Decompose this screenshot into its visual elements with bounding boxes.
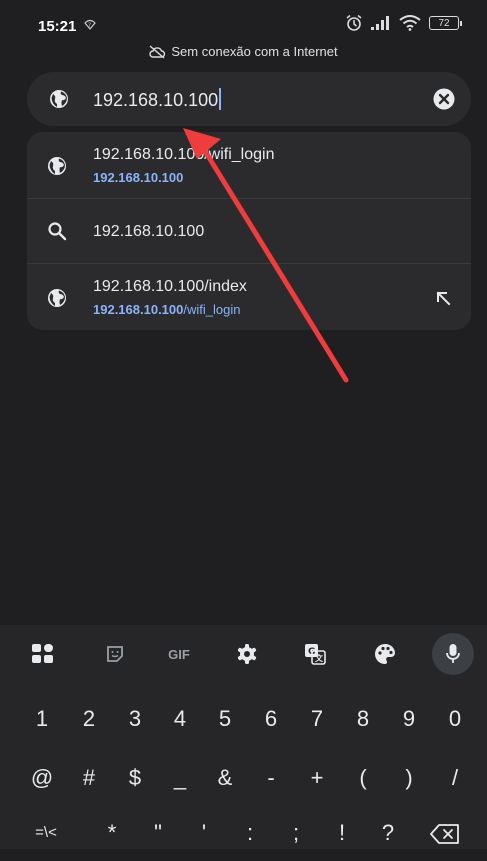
offline-text: Sem conexão com a Internet xyxy=(171,44,338,59)
key[interactable]: 4 xyxy=(160,691,200,747)
key[interactable]: 0 xyxy=(435,691,475,747)
arrow-up-left-icon[interactable] xyxy=(435,290,451,306)
signal-icon xyxy=(371,16,389,30)
gif-button[interactable]: GIF xyxy=(164,639,194,669)
sticker-icon[interactable] xyxy=(100,639,130,669)
key-more-symbols[interactable]: =\< xyxy=(26,805,66,861)
suggestion-url-rest: /wifi_login xyxy=(183,302,241,317)
svg-text:?: ? xyxy=(88,22,91,29)
settings-icon[interactable] xyxy=(232,639,262,669)
suggestion-title: 192.168.10.100/wifi_login xyxy=(93,146,275,163)
wifi-question-icon: ? xyxy=(84,19,96,30)
keyboard: GIF G 文 1 2 3 4 5 6 7 8 9 0 @ # $ _ & - … xyxy=(0,625,487,849)
status-icons: 72 xyxy=(345,14,462,32)
key[interactable]: 9 xyxy=(389,691,429,747)
key[interactable]: + xyxy=(297,750,337,806)
url-bar[interactable]: 192.168.10.100 xyxy=(27,72,471,126)
key[interactable]: ) xyxy=(389,750,429,806)
battery-level: 72 xyxy=(438,17,450,29)
key[interactable]: 5 xyxy=(205,691,245,747)
key[interactable]: ' xyxy=(184,805,224,861)
mic-button[interactable] xyxy=(432,633,474,675)
globe-icon xyxy=(50,90,68,108)
globe-icon xyxy=(48,289,66,307)
offline-banner: Sem conexão com a Internet xyxy=(0,44,487,68)
battery-icon: 72 xyxy=(429,16,462,30)
backspace-icon xyxy=(430,824,459,845)
svg-text:文: 文 xyxy=(315,653,324,663)
suggestion-item[interactable]: 192.168.10.100 xyxy=(27,199,471,263)
suggestion-item[interactable]: 192.168.10.100/wifi_login 192.168.10.100 xyxy=(27,132,471,198)
url-value: 192.168.10.100 xyxy=(93,90,219,110)
clear-icon[interactable] xyxy=(433,88,455,110)
key[interactable]: ? xyxy=(368,805,408,861)
suggestion-list: 192.168.10.100/wifi_login 192.168.10.100… xyxy=(27,132,471,330)
text-cursor xyxy=(219,88,222,110)
search-icon xyxy=(48,222,67,241)
key[interactable]: ; xyxy=(276,805,316,861)
key[interactable]: " xyxy=(138,805,178,861)
alarm-icon xyxy=(346,14,362,31)
symbol-row: @ # $ _ & - + ( ) / xyxy=(0,750,487,806)
suggestion-url-match: 192.168.10.100 xyxy=(93,170,184,185)
translate-icon[interactable]: G 文 xyxy=(300,639,330,669)
wifi-icon xyxy=(399,15,421,31)
key[interactable]: - xyxy=(251,750,291,806)
suggestion-title: 192.168.10.100 xyxy=(93,223,205,240)
globe-icon xyxy=(48,157,66,175)
apps-grid-icon[interactable] xyxy=(28,639,58,669)
key[interactable]: $ xyxy=(115,750,155,806)
url-input[interactable]: 192.168.10.100 xyxy=(93,88,222,111)
status-bar: 15:21 ? 72 xyxy=(0,0,487,46)
suggestion-url-match: 192.168.10.100 xyxy=(93,302,184,317)
cloud-off-icon xyxy=(149,45,166,59)
key[interactable]: _ xyxy=(160,750,200,806)
key[interactable]: * xyxy=(92,805,132,861)
key[interactable]: # xyxy=(69,750,109,806)
key[interactable]: 3 xyxy=(115,691,155,747)
key[interactable]: 2 xyxy=(69,691,109,747)
suggestion-item[interactable]: 192.168.10.100/index 192.168.10.100/wifi… xyxy=(27,264,471,330)
gif-label: GIF xyxy=(168,646,190,662)
backspace-key[interactable] xyxy=(425,805,465,861)
key[interactable]: 8 xyxy=(343,691,383,747)
suggestion-url: 192.168.10.100 xyxy=(93,170,183,185)
status-time: 15:21 xyxy=(38,18,77,35)
number-row: 1 2 3 4 5 6 7 8 9 0 xyxy=(0,691,487,747)
mic-icon xyxy=(446,644,460,663)
key[interactable]: 7 xyxy=(297,691,337,747)
key[interactable]: / xyxy=(435,750,475,806)
key[interactable]: : xyxy=(230,805,270,861)
suggestion-title: 192.168.10.100/index xyxy=(93,278,247,295)
keyboard-toolbar: GIF G 文 xyxy=(0,625,487,681)
key[interactable]: @ xyxy=(22,750,62,806)
key[interactable]: 1 xyxy=(22,691,62,747)
suggestion-url: 192.168.10.100/wifi_login xyxy=(93,302,240,317)
palette-icon[interactable] xyxy=(370,639,400,669)
key[interactable]: ( xyxy=(343,750,383,806)
key[interactable]: 6 xyxy=(251,691,291,747)
key[interactable]: & xyxy=(205,750,245,806)
symbol-row-2: =\< * " ' : ; ! ? xyxy=(0,805,487,861)
key[interactable]: ! xyxy=(322,805,362,861)
